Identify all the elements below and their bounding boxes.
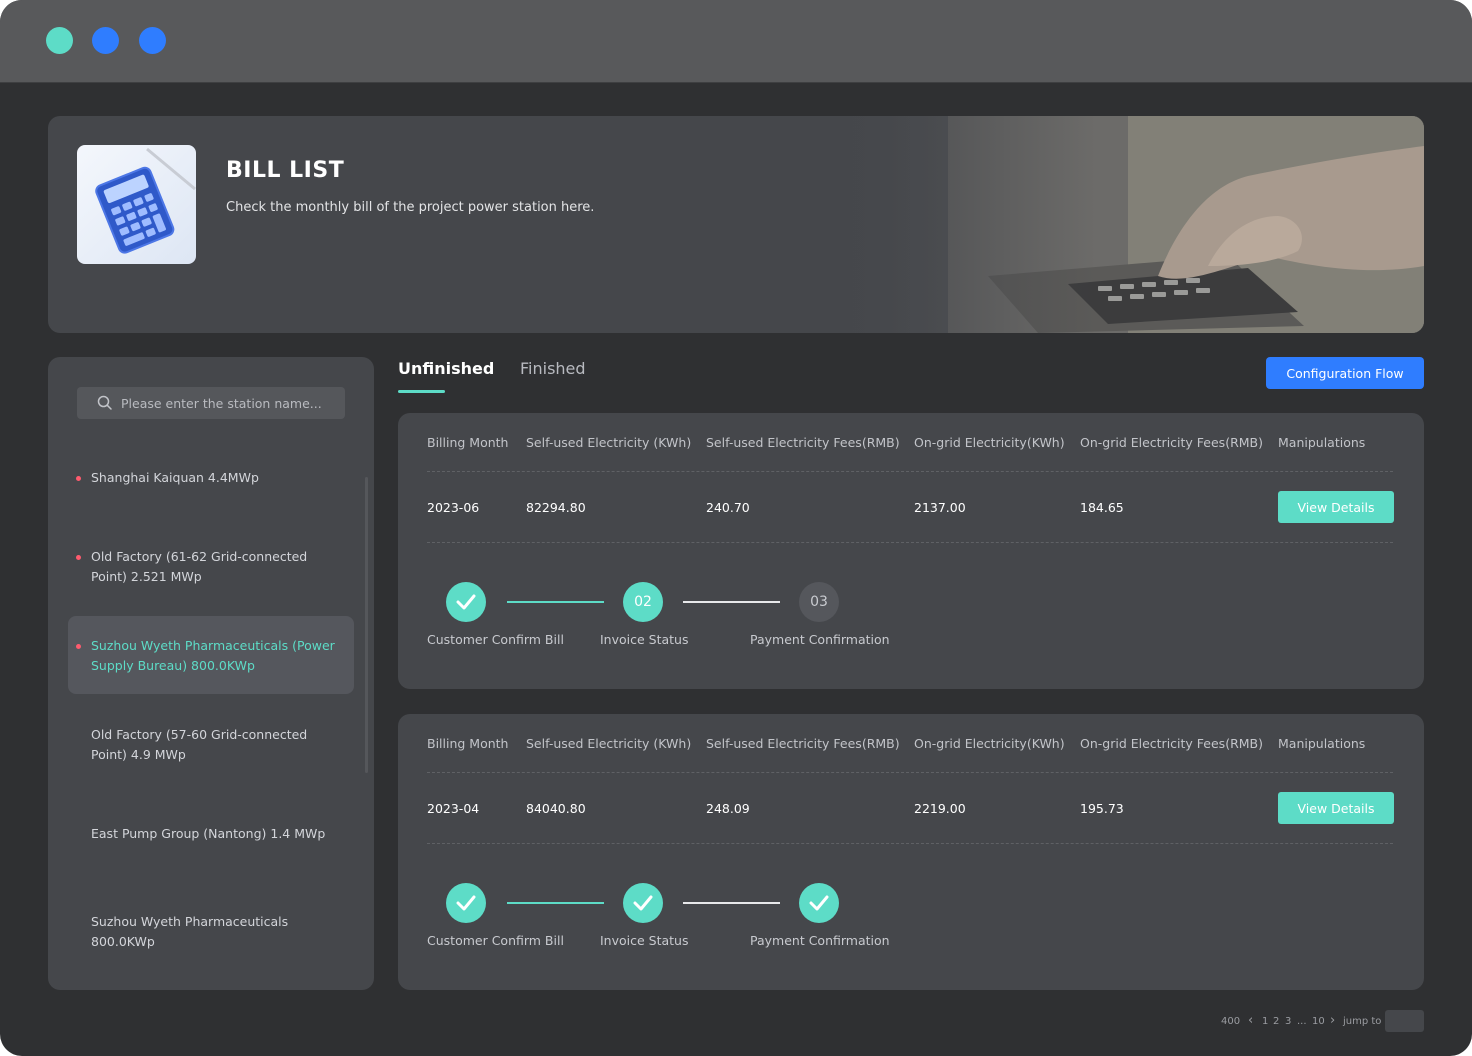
check-icon bbox=[633, 895, 653, 911]
check-icon bbox=[456, 895, 476, 911]
bill-card: Billing Month Self-used Electricity (KWh… bbox=[398, 714, 1424, 990]
step-label: Invoice Status bbox=[600, 933, 689, 948]
alert-dot bbox=[76, 555, 81, 560]
station-item-old-factory-61-62[interactable]: Old Factory (61-62 Grid-connected Point)… bbox=[68, 547, 354, 591]
station-label: Suzhou Wyeth Pharmaceuticals 800.0KWp bbox=[91, 914, 289, 949]
self-used-electricity-value: 82294.80 bbox=[526, 500, 586, 515]
chevron-left-icon[interactable]: ‹ bbox=[1248, 1013, 1253, 1028]
column-header-billing-month: Billing Month bbox=[427, 435, 509, 450]
view-details-button[interactable]: View Details bbox=[1278, 792, 1394, 824]
page-2[interactable]: 2 bbox=[1273, 1016, 1279, 1027]
billing-month-value: 2023-06 bbox=[427, 500, 480, 515]
step-connector-complete bbox=[507, 601, 604, 603]
page-title: BILL LIST bbox=[226, 158, 345, 183]
column-header-self-used-fees: Self-used Electricity Fees(RMB) bbox=[706, 435, 900, 450]
divider bbox=[427, 471, 1393, 472]
column-header-self-used-electricity: Self-used Electricity (KWh) bbox=[526, 736, 692, 751]
step-payment-confirmation-done bbox=[799, 883, 839, 923]
divider bbox=[427, 772, 1393, 773]
check-icon bbox=[809, 895, 829, 911]
station-label: Old Factory (61-62 Grid-connected Point)… bbox=[91, 549, 308, 584]
column-header-on-grid-electricity: On-grid Electricity(KWh) bbox=[914, 736, 1065, 751]
divider bbox=[427, 843, 1393, 844]
step-customer-confirm-bill-done bbox=[446, 883, 486, 923]
step-connector-complete bbox=[507, 902, 604, 904]
station-item-east-pump-group[interactable]: East Pump Group (Nantong) 1.4 MWp bbox=[68, 824, 354, 848]
station-label: Shanghai Kaiquan 4.4MWp bbox=[91, 470, 259, 485]
tab-unfinished[interactable]: Unfinished bbox=[398, 359, 494, 378]
station-label: Old Factory (57-60 Grid-connected Point)… bbox=[91, 727, 308, 762]
total-count: 400 bbox=[1221, 1016, 1241, 1027]
station-label: East Pump Group (Nantong) 1.4 MWp bbox=[91, 826, 326, 841]
column-header-manipulations: Manipulations bbox=[1278, 435, 1366, 450]
station-sidebar: Shanghai Kaiquan 4.4MWp Old Factory (61-… bbox=[48, 357, 374, 990]
step-label: Invoice Status bbox=[600, 632, 689, 647]
station-item-suzhou-wyeth-power-bureau[interactable]: Suzhou Wyeth Pharmaceuticals (Power Supp… bbox=[68, 616, 354, 694]
step-invoice-status-current: 02 bbox=[623, 582, 663, 622]
sidebar-scrollbar[interactable] bbox=[365, 477, 368, 773]
column-header-self-used-electricity: Self-used Electricity (KWh) bbox=[526, 435, 692, 450]
station-search-input[interactable] bbox=[121, 387, 337, 419]
minimize-dot[interactable] bbox=[92, 27, 119, 54]
step-payment-confirmation-pending: 03 bbox=[799, 582, 839, 622]
maximize-dot[interactable] bbox=[139, 27, 166, 54]
on-grid-electricity-value: 2137.00 bbox=[914, 500, 966, 515]
active-tab-indicator bbox=[398, 390, 445, 393]
jump-text: jump to bbox=[1343, 1016, 1382, 1027]
step-label: Customer Confirm Bill bbox=[427, 632, 564, 647]
column-header-on-grid-fees: On-grid Electricity Fees(RMB) bbox=[1080, 736, 1263, 751]
step-label: Payment Confirmation bbox=[750, 632, 890, 647]
billing-month-value: 2023-04 bbox=[427, 801, 480, 816]
banner-photo bbox=[828, 116, 1424, 333]
station-item-suzhou-wyeth[interactable]: Suzhou Wyeth Pharmaceuticals 800.0KWp bbox=[68, 912, 354, 956]
step-connector bbox=[683, 902, 780, 904]
chevron-right-icon[interactable]: › bbox=[1330, 1013, 1335, 1028]
close-dot[interactable] bbox=[46, 27, 73, 54]
page-10[interactable]: 10 bbox=[1312, 1016, 1325, 1027]
step-label: Payment Confirmation bbox=[750, 933, 890, 948]
station-search bbox=[77, 387, 345, 419]
step-customer-confirm-bill-done bbox=[446, 582, 486, 622]
step-invoice-status-done bbox=[623, 883, 663, 923]
step-connector-pending bbox=[683, 601, 780, 603]
check-icon bbox=[456, 594, 476, 610]
search-icon bbox=[97, 395, 112, 410]
page-subtitle: Check the monthly bill of the project po… bbox=[226, 200, 595, 215]
station-item-old-factory-57-60[interactable]: Old Factory (57-60 Grid-connected Point)… bbox=[68, 725, 354, 769]
on-grid-fees-value: 195.73 bbox=[1080, 801, 1124, 816]
self-used-electricity-value: 84040.80 bbox=[526, 801, 586, 816]
divider bbox=[427, 542, 1393, 543]
on-grid-fees-value: 184.65 bbox=[1080, 500, 1124, 515]
configuration-flow-button[interactable]: Configuration Flow bbox=[1266, 357, 1424, 389]
column-header-on-grid-electricity: On-grid Electricity(KWh) bbox=[914, 435, 1065, 450]
alert-dot bbox=[76, 476, 81, 481]
page-banner: BILL LIST Check the monthly bill of the … bbox=[48, 116, 1424, 333]
step-label: Customer Confirm Bill bbox=[427, 933, 564, 948]
hand-calculator-illustration bbox=[828, 116, 1424, 333]
alert-dot bbox=[76, 644, 81, 649]
app-window: BILL LIST Check the monthly bill of the … bbox=[0, 0, 1472, 1056]
on-grid-electricity-value: 2219.00 bbox=[914, 801, 966, 816]
column-header-self-used-fees: Self-used Electricity Fees(RMB) bbox=[706, 736, 900, 751]
bill-card: Billing Month Self-used Electricity (KWh… bbox=[398, 413, 1424, 689]
station-item-shanghai-kaiquan[interactable]: Shanghai Kaiquan 4.4MWp bbox=[68, 468, 354, 492]
view-details-button[interactable]: View Details bbox=[1278, 491, 1394, 523]
ellipsis: ... bbox=[1297, 1016, 1307, 1027]
calculator-icon bbox=[77, 145, 196, 264]
tab-finished[interactable]: Finished bbox=[520, 359, 586, 378]
jump-to-input[interactable] bbox=[1385, 1010, 1424, 1032]
page-3[interactable]: 3 bbox=[1285, 1016, 1291, 1027]
column-header-billing-month: Billing Month bbox=[427, 736, 509, 751]
self-used-fees-value: 240.70 bbox=[706, 500, 750, 515]
self-used-fees-value: 248.09 bbox=[706, 801, 750, 816]
column-header-manipulations: Manipulations bbox=[1278, 736, 1366, 751]
title-bar bbox=[0, 0, 1472, 83]
column-header-on-grid-fees: On-grid Electricity Fees(RMB) bbox=[1080, 435, 1263, 450]
page-1[interactable]: 1 bbox=[1262, 1016, 1268, 1027]
station-label: Suzhou Wyeth Pharmaceuticals (Power Supp… bbox=[91, 638, 335, 673]
